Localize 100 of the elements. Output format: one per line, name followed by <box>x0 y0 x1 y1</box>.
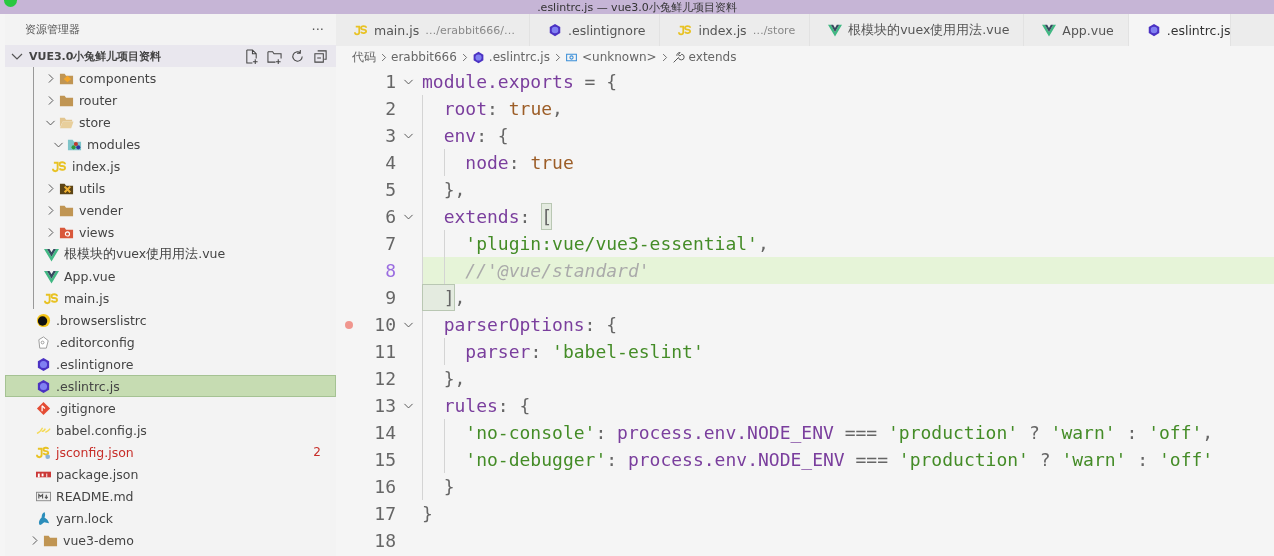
line-number: 2 <box>384 98 397 119</box>
javascript-file-icon <box>44 290 59 306</box>
refresh-icon[interactable] <box>290 48 305 64</box>
breadcrumb-item[interactable]: erabbit666 <box>391 50 457 64</box>
editor-tab[interactable]: .eslintignore <box>530 14 661 46</box>
tree-item[interactable]: .eslintrc.js <box>5 375 336 397</box>
vue-file-icon <box>1042 23 1057 37</box>
punctuation: ? <box>1038 448 1052 472</box>
line-number: 13 <box>373 395 397 416</box>
punctuation: : <box>1125 421 1139 445</box>
tree-item[interactable]: store <box>5 111 336 133</box>
string-literal: 'warn' <box>1061 448 1127 472</box>
punctuation: } <box>422 473 455 500</box>
matched-bracket: [ <box>541 203 553 230</box>
more-actions-button[interactable]: ··· <box>311 22 324 37</box>
punctuation: : <box>487 97 499 121</box>
sidebar-title: 资源管理器 <box>25 22 80 37</box>
property-name: rules <box>422 392 498 419</box>
eslint-icon <box>36 356 51 372</box>
tree-item[interactable]: router <box>5 89 336 111</box>
eslint-icon <box>36 378 51 394</box>
property-name: process.env.NODE_ENV <box>617 421 834 445</box>
line-number: 14 <box>373 422 397 443</box>
string-literal: 'production' <box>888 421 1019 445</box>
tree-item[interactable]: main.js <box>5 287 336 309</box>
line-number: 6 <box>384 206 397 227</box>
eslint-icon <box>471 50 485 64</box>
tree-item[interactable]: .gitignore <box>5 397 336 419</box>
breakpoint-dot[interactable] <box>345 320 353 329</box>
line-number: 5 <box>384 179 397 200</box>
tree-item[interactable]: App.vue <box>5 265 336 287</box>
wrench-icon <box>671 50 685 64</box>
tree-item[interactable]: 根模块的vuex使用用法.vue <box>5 243 336 265</box>
tree-item[interactable]: babel.config.js <box>5 419 336 441</box>
tree-item[interactable]: yarn.lock <box>5 507 336 529</box>
config-file-icon <box>36 444 51 460</box>
tree-item[interactable]: components <box>5 67 336 89</box>
problem-count: 2 <box>313 445 321 459</box>
breadcrumb-item[interactable]: 代码 <box>352 48 376 66</box>
breadcrumb-item[interactable]: extends <box>671 50 737 64</box>
tree-item[interactable]: vender <box>5 199 336 221</box>
editor-tab[interactable]: index.js …/store <box>660 14 811 46</box>
new-file-icon[interactable] <box>244 48 259 64</box>
new-folder-icon[interactable] <box>267 48 282 64</box>
javascript-file-icon <box>678 23 693 37</box>
property-name: node <box>422 149 509 176</box>
vue-file-icon <box>44 268 59 284</box>
editor-tab[interactable]: 根模块的vuex使用用法.vue <box>810 14 1025 46</box>
tree-item[interactable]: .eslintignore <box>5 353 336 375</box>
workspace-header[interactable]: VUE3.0小兔鲜儿项目资料 <box>5 45 336 67</box>
property-name: extends <box>422 203 520 230</box>
tree-item[interactable]: modules <box>5 133 336 155</box>
string-literal: 'babel-eslint' <box>552 340 704 364</box>
punctuation: : { <box>476 124 509 148</box>
line-number: 7 <box>384 233 397 254</box>
tree-item[interactable]: views <box>5 221 336 243</box>
punctuation: === <box>843 421 879 445</box>
property-name: parser <box>422 338 531 365</box>
string-literal: 'production' <box>898 448 1029 472</box>
eslint-icon <box>548 23 562 37</box>
punctuation: , <box>757 232 769 256</box>
tree-item[interactable]: jsconfig.json 2 <box>5 441 336 463</box>
eslint-icon <box>1146 23 1161 37</box>
punctuation: : <box>519 205 532 229</box>
tree-item[interactable]: vue3-demo <box>5 529 336 551</box>
property-name: parserOptions <box>422 311 585 338</box>
line-number: 12 <box>373 368 397 389</box>
tree-item[interactable]: .browserslistrc <box>5 309 336 331</box>
punctuation: } <box>422 502 433 526</box>
property-name: env <box>422 122 477 149</box>
boolean-literal: true <box>508 97 553 121</box>
tree-item[interactable]: package.json <box>5 463 336 485</box>
collapse-all-icon[interactable] <box>313 48 328 64</box>
punctuation: === <box>854 448 890 472</box>
tree-item[interactable]: .editorconfig <box>5 331 336 353</box>
punctuation: = { <box>583 70 618 94</box>
punctuation: : <box>508 151 521 175</box>
tree-item[interactable]: utils <box>5 177 336 199</box>
breadcrumb-item[interactable]: <unknown> <box>564 50 657 64</box>
string-literal: 'warn' <box>1050 421 1116 445</box>
line-number: 11 <box>373 341 397 362</box>
tree-item[interactable]: index.js <box>5 155 336 177</box>
vue-file-icon <box>44 246 59 262</box>
punctuation: ? <box>1027 421 1041 445</box>
editor-tab[interactable]: App.vue <box>1024 14 1129 46</box>
property-name: module.exports <box>422 70 574 94</box>
tree-item[interactable]: README.md <box>5 485 336 507</box>
boolean-literal: true <box>530 151 574 175</box>
breadcrumb-item[interactable]: .eslintrc.js <box>471 50 550 64</box>
editor-tab[interactable]: main.js …/erabbit666/… <box>336 14 530 46</box>
window-title: .eslintrc.js — vue3.0小兔鲜儿项目资料 <box>537 1 737 14</box>
vue-file-icon <box>828 23 843 37</box>
line-number: 8 <box>384 260 397 281</box>
string-literal: 'off' <box>1158 448 1214 472</box>
punctuation: , <box>552 97 563 121</box>
punctuation: : { <box>584 313 618 337</box>
editorconfig-icon <box>36 334 51 350</box>
editor-tab[interactable]: .eslintrc.js <box>1128 14 1232 46</box>
git-icon <box>36 400 51 416</box>
line-number: 3 <box>384 125 397 146</box>
